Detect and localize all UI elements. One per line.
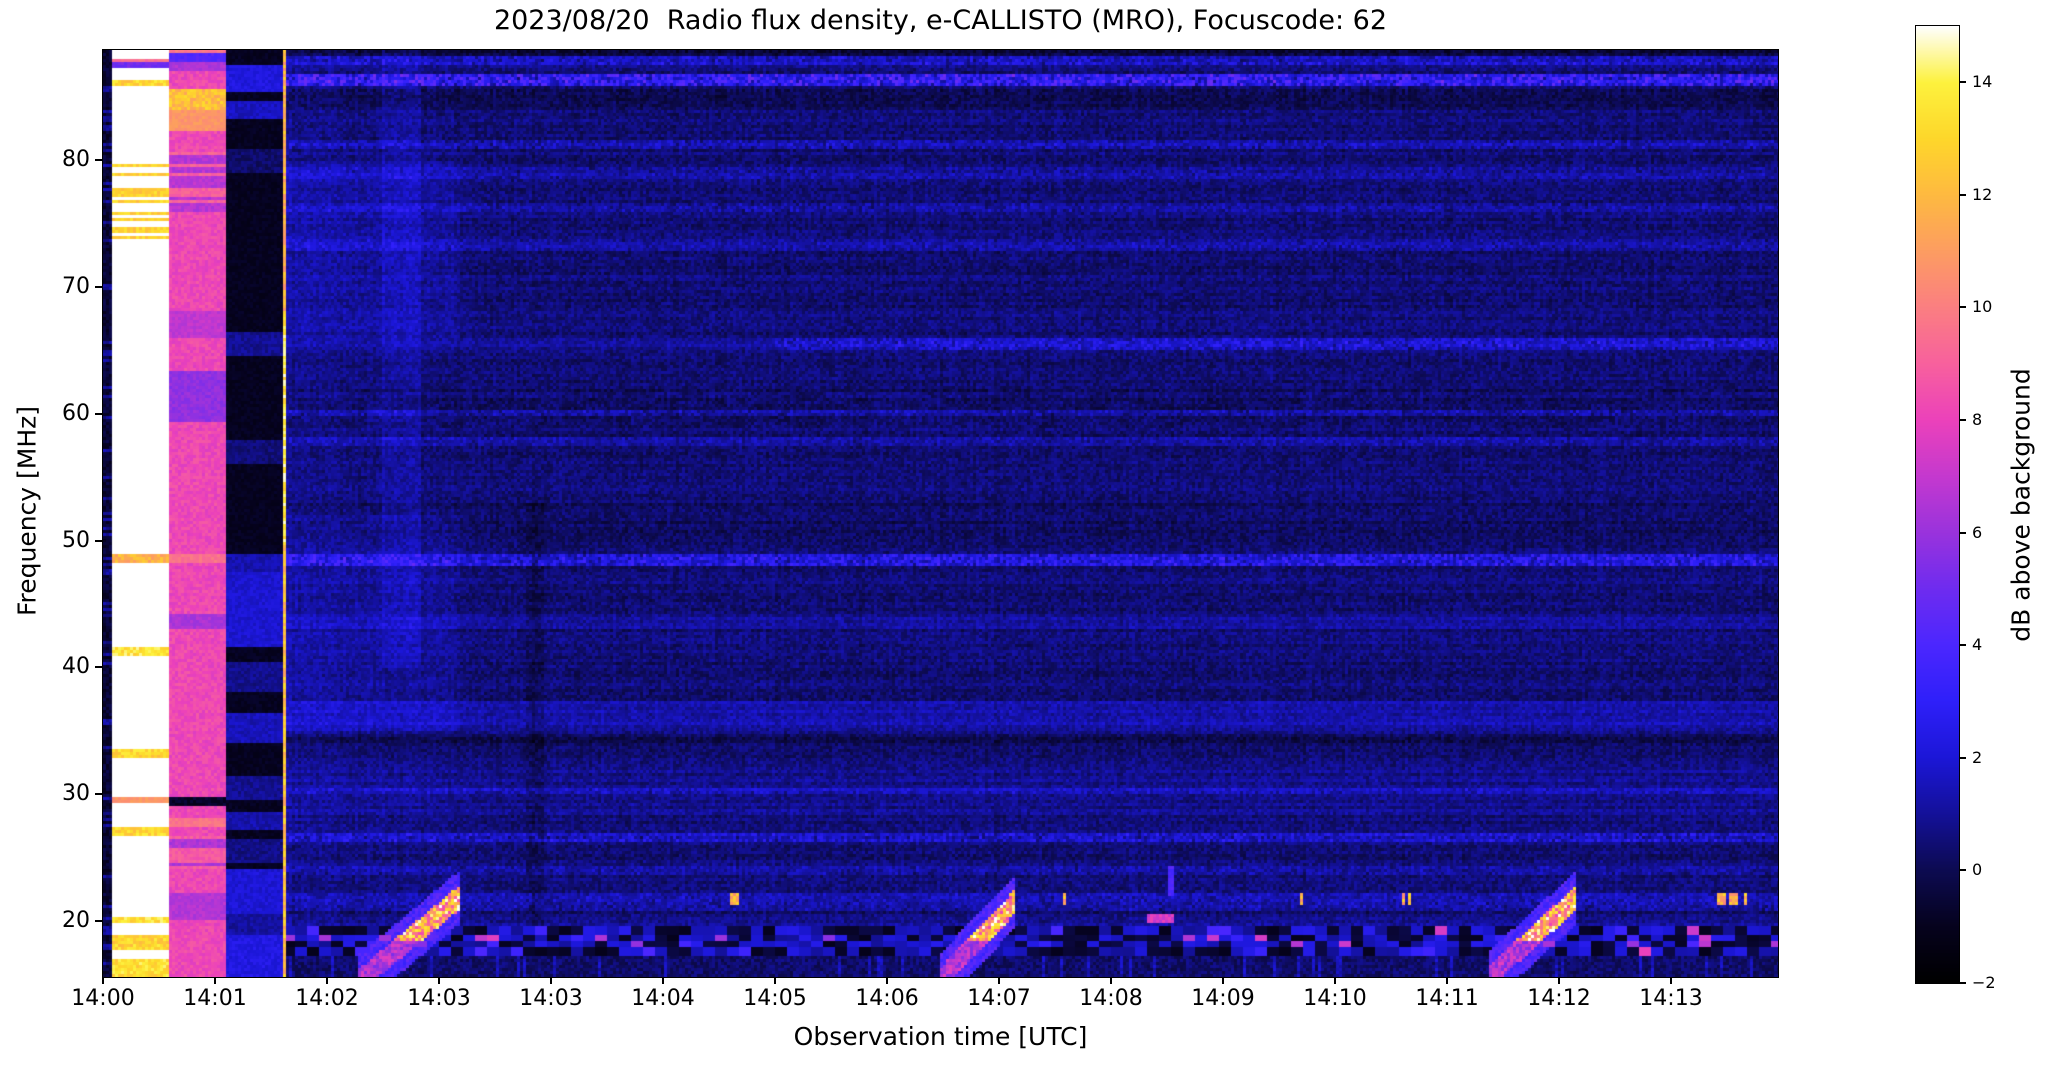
colorbar [1915,25,1960,984]
colorbar-label: dB above background [2006,368,2036,642]
x-tick-mark [550,977,552,984]
colorbar-canvas [1916,26,1959,983]
x-tick-label: 14:08 [1079,986,1143,1011]
y-axis-label: Frequency [MHz] [12,405,42,617]
x-tick-label: 14:02 [295,986,359,1011]
colorbar-tick-label: 10 [1972,297,1993,317]
y-tick-mark [95,539,103,542]
x-tick-label: 14:05 [743,986,807,1011]
x-tick-mark [214,977,216,984]
y-tick-label: 30 [62,781,90,807]
colorbar-tick-label: 0 [1972,860,1983,880]
x-tick-mark [998,977,1000,984]
y-tick-mark [95,793,103,796]
colorbar-tick-mark [1959,644,1966,647]
x-tick-label: 14:13 [1639,986,1703,1011]
x-tick-mark [438,977,440,984]
x-tick-mark [1558,977,1560,984]
x-tick-label: 14:06 [855,986,919,1011]
y-tick-mark [95,159,103,162]
x-tick-mark [1670,977,1672,984]
y-tick-label: 70 [62,274,90,300]
colorbar-tick-mark [1959,531,1966,534]
colorbar-tick-label: 4 [1972,635,1983,655]
x-tick-label: 14:03 [519,986,583,1011]
x-tick-label: 14:00 [71,986,135,1011]
spectrogram-canvas [103,50,1778,977]
chart-title: 2023/08/20 Radio flux density, e-CALLIST… [493,5,1388,36]
x-tick-mark [1222,977,1224,984]
colorbar-tick-mark [1959,81,1966,84]
x-tick-mark [886,977,888,984]
y-tick-mark [95,286,103,289]
colorbar-tick-label: 2 [1972,747,1983,767]
x-tick-label: 14:03 [407,986,471,1011]
x-tick-mark [1110,977,1112,984]
colorbar-tick-label: 14 [1972,72,1993,92]
x-tick-label: 14:11 [1415,986,1479,1011]
y-tick-label: 40 [62,654,90,680]
colorbar-tick-mark [1959,193,1966,196]
x-tick-mark [326,977,328,984]
colorbar-tick-label: 12 [1972,184,1993,204]
y-tick-mark [95,412,103,415]
colorbar-tick-mark [1959,756,1966,759]
colorbar-tick-mark [1959,982,1966,984]
x-tick-label: 14:04 [631,986,695,1011]
x-tick-label: 14:01 [183,986,247,1011]
x-tick-mark [662,977,664,984]
x-tick-mark [102,977,104,984]
colorbar-tick-label: 8 [1972,410,1983,430]
y-tick-mark [95,919,103,922]
x-tick-mark [1334,977,1336,984]
spectrogram-plot [102,49,1779,978]
x-tick-label: 14:10 [1303,986,1367,1011]
colorbar-tick-label: −2 [1972,973,1996,992]
colorbar-tick-label: 6 [1972,522,1983,542]
colorbar-tick-mark [1959,419,1966,422]
y-tick-mark [95,666,103,669]
y-tick-label: 80 [62,147,90,173]
x-tick-label: 14:09 [1191,986,1255,1011]
x-tick-label: 14:12 [1527,986,1591,1011]
colorbar-tick-mark [1959,869,1966,872]
x-tick-mark [774,977,776,984]
colorbar-tick-mark [1959,306,1966,309]
x-tick-mark [1446,977,1448,984]
x-tick-label: 14:07 [967,986,1031,1011]
figure: 2023/08/20 Radio flux density, e-CALLIST… [0,0,2047,1067]
x-axis-label: Observation time [UTC] [793,1022,1088,1051]
y-tick-label: 20 [62,907,90,933]
